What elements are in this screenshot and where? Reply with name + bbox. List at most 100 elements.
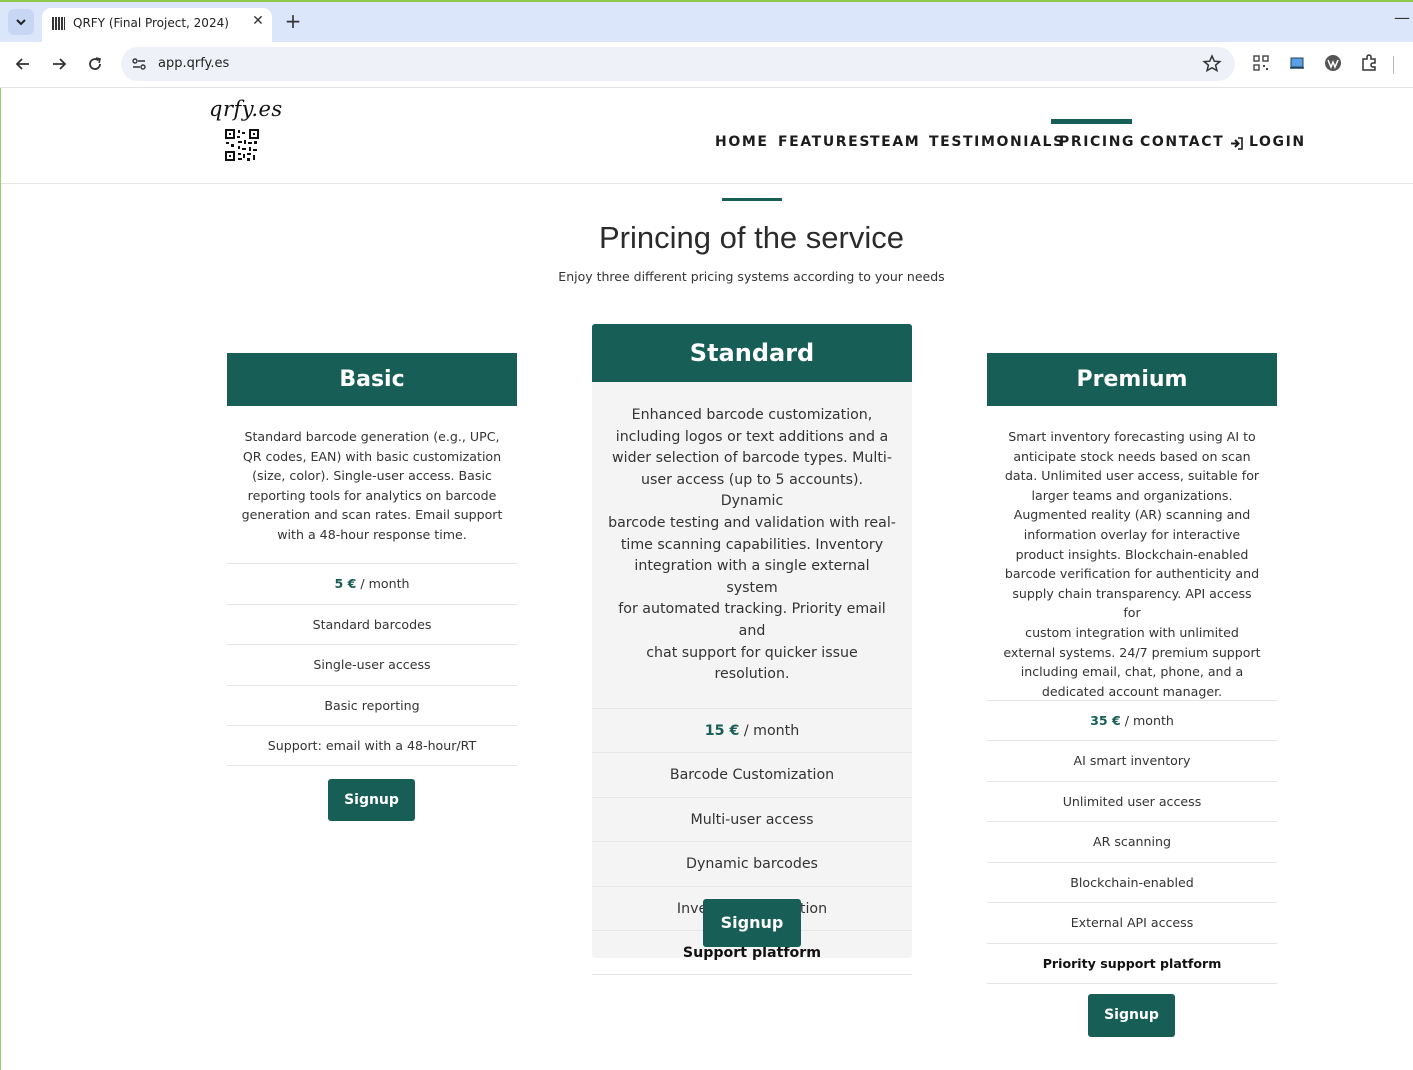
plan-name: Basic: [227, 353, 517, 406]
description-line: time scanning capabilities. Inventory: [620, 536, 884, 553]
feature-item: Barcode Customization: [592, 752, 912, 797]
nav-pricing[interactable]: PRICING: [1059, 134, 1135, 150]
description-line: integration with a single external syste…: [634, 558, 870, 596]
chevron-down-icon: [16, 19, 26, 26]
plan-name: Standard: [592, 324, 912, 382]
qr-favicon-icon: [52, 17, 65, 30]
web-page: qrfy.es HOME FEATURES TEAM TESTIMONIALS …: [0, 88, 1413, 1070]
feature-item: AI smart inventory: [987, 740, 1277, 781]
description-line: for automated tracking. Priority email a…: [618, 601, 886, 639]
back-button[interactable]: [11, 52, 35, 76]
description-line: barcode verification for authenticity an…: [1004, 566, 1260, 582]
tab-title: QRFY (Final Project, 2024): [73, 16, 229, 30]
plan-price: 5 € / month: [227, 563, 517, 604]
plan-name: Premium: [987, 353, 1277, 406]
description-line: product insights. Blockchain-enabled: [1015, 546, 1249, 562]
title-divider: [722, 198, 782, 201]
arrow-right-icon: [53, 58, 67, 70]
description-line: reporting tools for analytics on barcode: [247, 487, 497, 503]
minimize-icon[interactable]: —: [1394, 8, 1410, 27]
signup-button-basic[interactable]: Signup: [328, 779, 415, 821]
plan-price: 15 € / month: [592, 708, 912, 753]
pricing-card-standard: Standard Enhanced barcode customization,…: [592, 324, 912, 975]
feature-item: Multi-user access: [592, 797, 912, 842]
close-tab-icon[interactable]: ✕: [249, 13, 267, 29]
description-line: larger teams and organizations.: [1031, 487, 1233, 503]
feature-item: Dynamic barcodes: [592, 841, 912, 886]
qr-extension-icon[interactable]: [1251, 53, 1271, 73]
description-line: including logos or text additions and a: [615, 428, 889, 445]
price-amount: 5 €: [334, 576, 357, 591]
site-logo-text[interactable]: qrfy.es: [209, 97, 283, 121]
price-amount: 15 €: [704, 723, 740, 739]
feature-item: Unlimited user access: [987, 781, 1277, 822]
description-line: information overlay for interactive: [1023, 526, 1241, 542]
description-line: (size, color). Single-user access. Basic: [252, 468, 492, 484]
description-line: dedicated account manager.: [1041, 683, 1223, 699]
tab-search-button[interactable]: [8, 9, 34, 35]
nav-contact[interactable]: CONTACT: [1140, 134, 1224, 150]
screenshot-extension-icon[interactable]: [1287, 53, 1307, 73]
feature-item-support: Priority support platform: [987, 943, 1277, 984]
reload-button[interactable]: [83, 52, 107, 76]
feature-item: Single-user access: [227, 644, 517, 685]
price-period: / month: [356, 576, 410, 591]
plan-price: 35 € / month: [987, 700, 1277, 741]
description-line: Smart inventory forecasting using AI to: [1008, 429, 1256, 444]
description-line: external systems. 24/7 premium support: [1003, 644, 1261, 660]
plan-description: Enhanced barcode customization, includin…: [608, 405, 896, 686]
price-amount: 35 €: [1090, 713, 1121, 728]
feature-item: AR scanning: [987, 821, 1277, 862]
pricing-subtitle: Enjoy three different pricing systems ac…: [558, 269, 945, 284]
site-header: qrfy.es HOME FEATURES TEAM TESTIMONIALS …: [1, 88, 1413, 184]
description-line: chat support for quicker issue resolutio…: [646, 644, 858, 683]
extensions-puzzle-icon[interactable]: [1359, 53, 1379, 73]
browser-tab[interactable]: QRFY (Final Project, 2024) ✕: [42, 8, 272, 44]
pricing-title: Princing of the service: [599, 220, 904, 255]
feature-item: Standard barcodes: [227, 604, 517, 645]
price-period: / month: [739, 723, 800, 739]
feature-item: External API access: [987, 902, 1277, 943]
description-line: custom integration with unlimited: [1025, 624, 1239, 640]
address-bar[interactable]: app.qrfy.es: [121, 47, 1235, 81]
new-tab-button[interactable]: +: [282, 9, 304, 33]
wordpress-extension-icon[interactable]: [1323, 53, 1343, 73]
browser-toolbar: app.qrfy.es: [0, 42, 1413, 88]
browser-tab-strip: QRFY (Final Project, 2024) ✕ + —: [0, 0, 1413, 44]
description-line: wider selection of barcode types. Multi-: [612, 450, 892, 467]
plan-description: Standard barcode generation (e.g., UPC, …: [241, 427, 503, 545]
nav-active-indicator: [1051, 119, 1132, 124]
site-settings-icon[interactable]: [130, 55, 148, 73]
description-line: supply chain transparency. API access fo…: [1012, 585, 1252, 621]
qr-code-logo-icon[interactable]: [224, 128, 260, 162]
nav-home[interactable]: HOME: [715, 134, 769, 150]
price-period: / month: [1120, 713, 1174, 728]
nav-login[interactable]: LOGIN: [1249, 134, 1306, 150]
plan-description: Smart inventory forecasting using AI to …: [1003, 427, 1261, 701]
feature-item: Support: email with a 48-hour/RT: [227, 725, 517, 766]
description-line: with a 48-hour response time.: [277, 526, 467, 542]
description-line: generation and scan rates. Email support: [241, 507, 503, 523]
description-line: anticipate stock needs based on scan: [1013, 448, 1251, 464]
feature-item: Blockchain-enabled: [987, 862, 1277, 903]
forward-button[interactable]: [47, 52, 71, 76]
url-text[interactable]: app.qrfy.es: [158, 56, 229, 71]
description-line: QR codes, EAN) with basic customization: [242, 448, 502, 464]
description-line: barcode testing and validation with real…: [608, 514, 896, 531]
toolbar-divider: [1393, 56, 1394, 74]
signup-button-standard[interactable]: Signup: [703, 899, 801, 947]
login-icon[interactable]: [1230, 137, 1243, 150]
description-line: Standard barcode generation (e.g., UPC,: [244, 429, 500, 444]
reload-icon: [89, 57, 101, 70]
arrow-left-icon: [15, 58, 29, 70]
description-line: data. Unlimited user access, suitable fo…: [1004, 468, 1260, 484]
description-line: user access (up to 5 accounts). Dynamic: [640, 471, 864, 510]
signup-button-premium[interactable]: Signup: [1088, 994, 1175, 1037]
nav-features[interactable]: FEATURES: [778, 134, 871, 150]
feature-item: Basic reporting: [227, 685, 517, 726]
nav-team[interactable]: TEAM: [870, 134, 920, 150]
nav-testimonials[interactable]: TESTIMONIALS: [929, 134, 1065, 150]
bookmark-star-icon[interactable]: [1201, 53, 1223, 75]
description-line: Enhanced barcode customization,: [631, 407, 873, 423]
description-line: Augmented reality (AR) scanning and: [1013, 507, 1251, 523]
